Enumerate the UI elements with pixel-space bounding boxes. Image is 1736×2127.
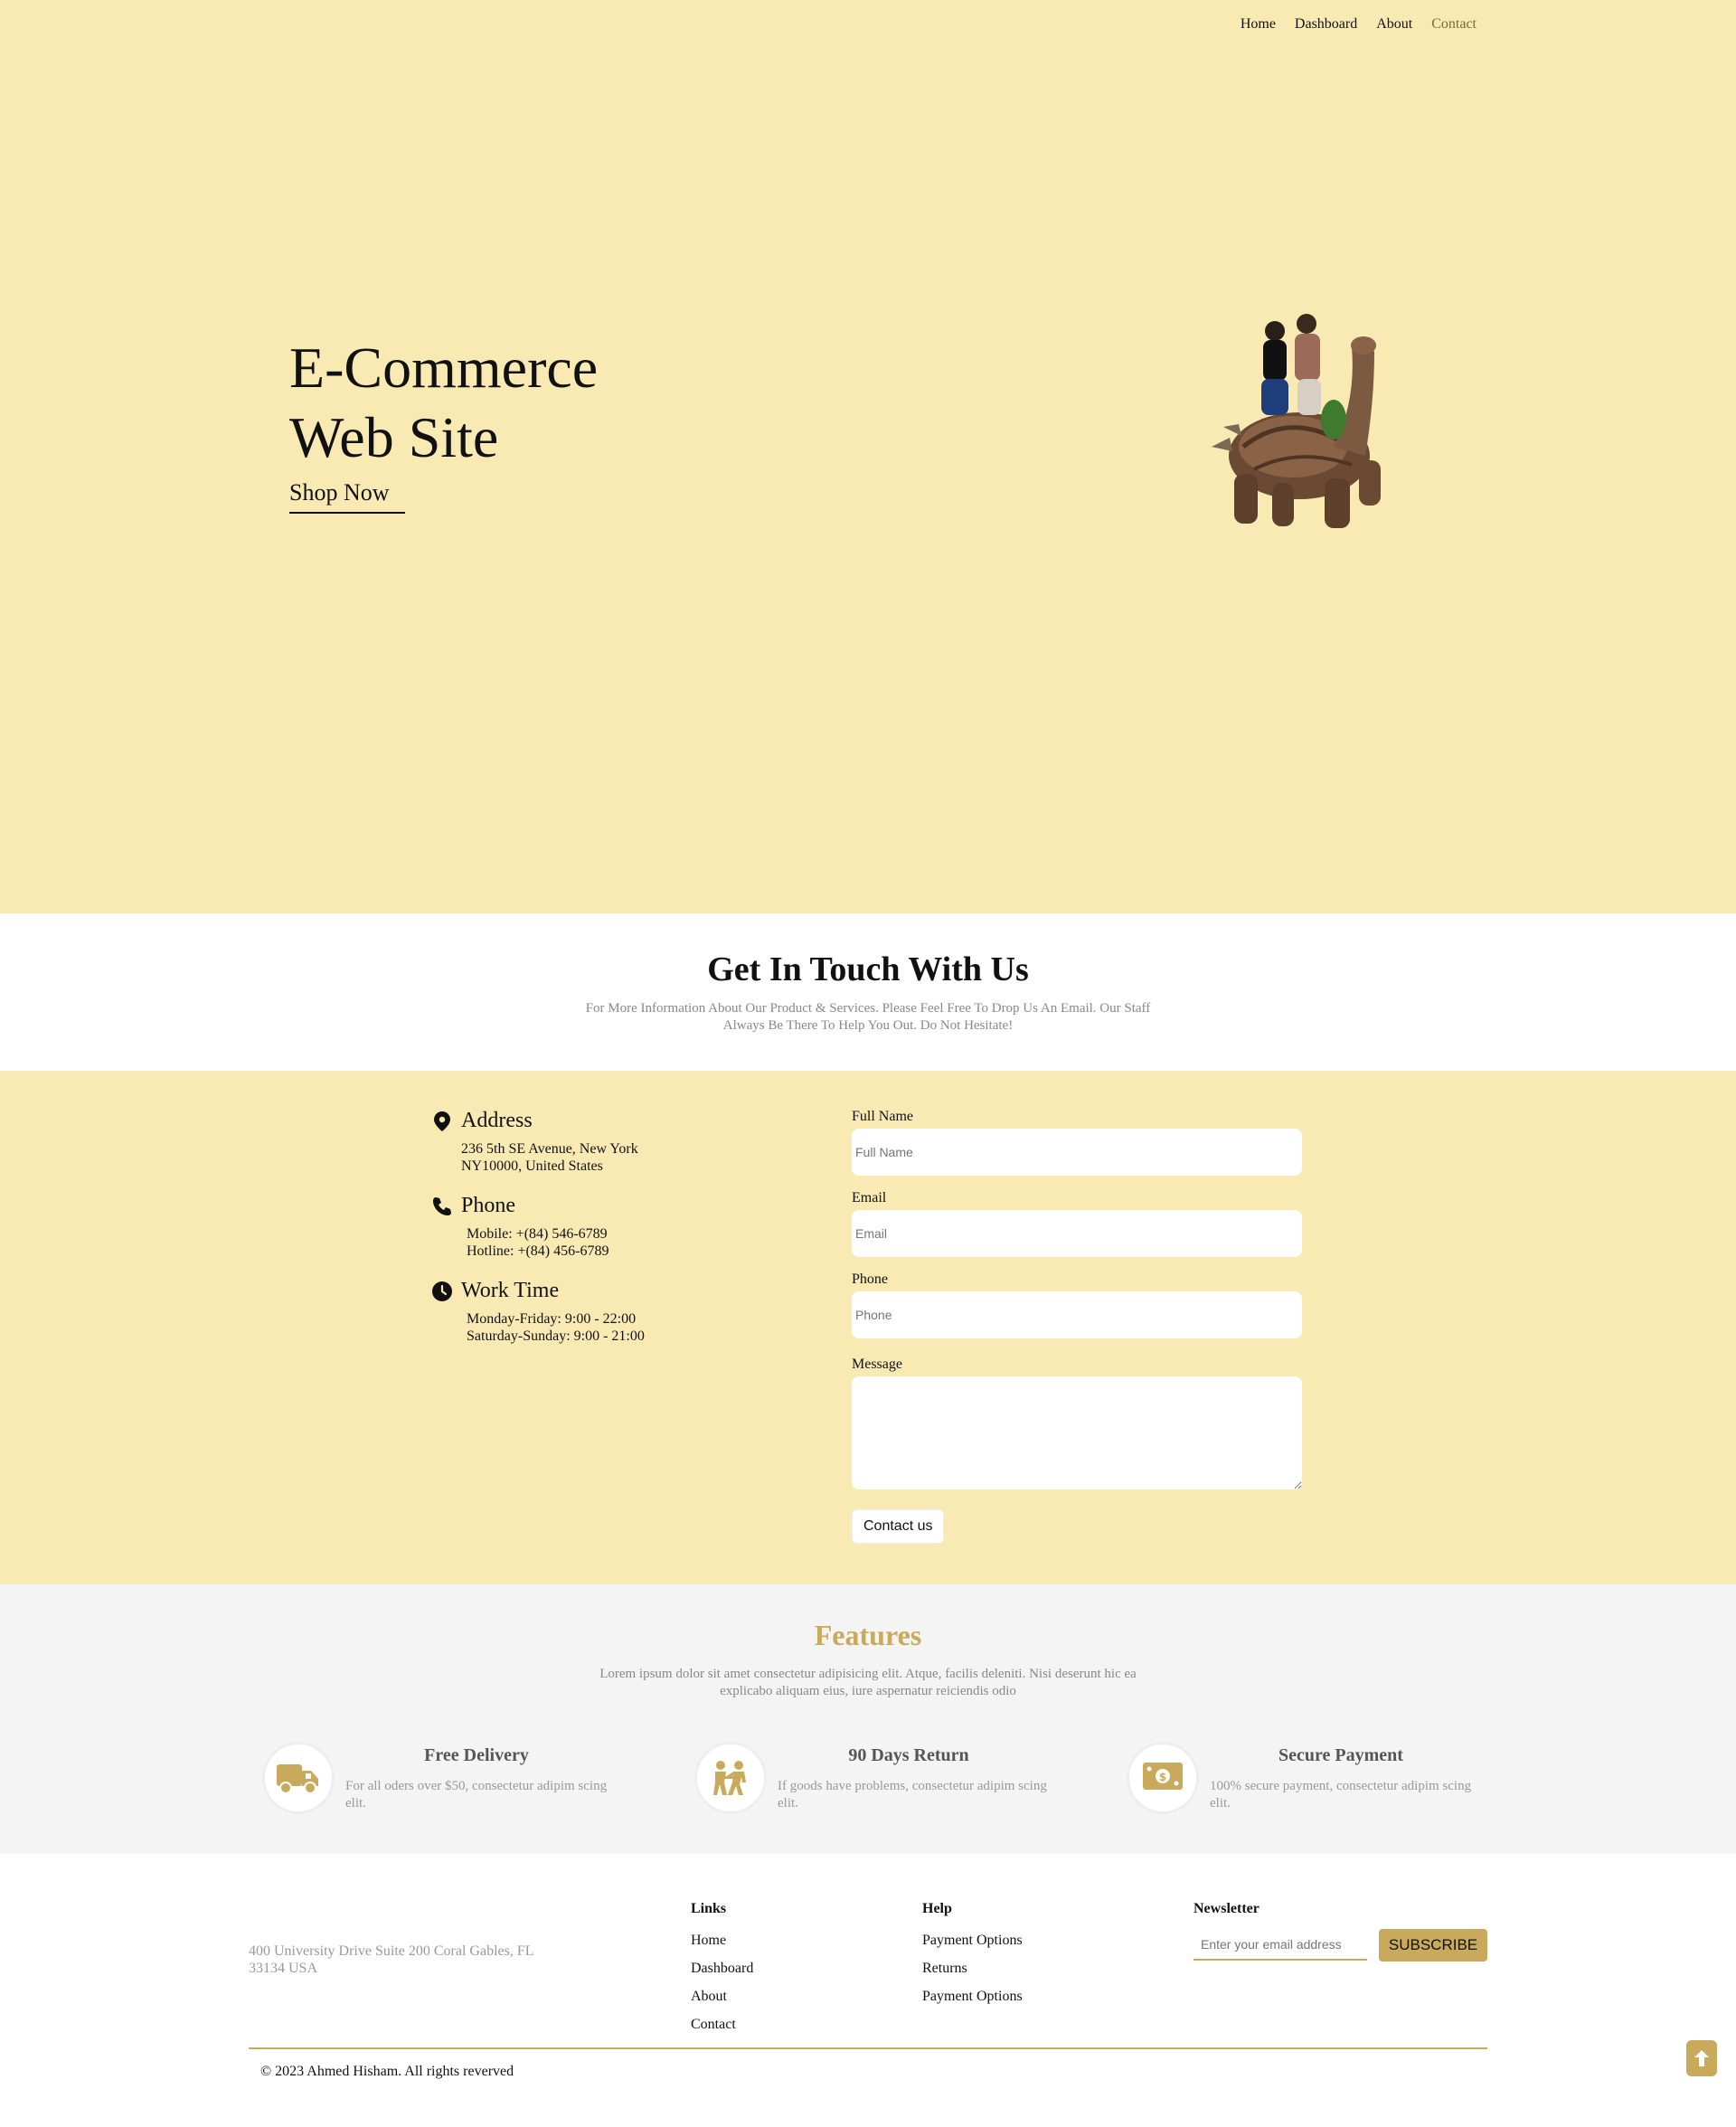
nav-about[interactable]: About	[1376, 16, 1412, 33]
footer-help-returns[interactable]: Returns	[922, 1954, 1023, 1982]
scroll-to-top-button[interactable]	[1686, 2040, 1717, 2076]
email-input[interactable]	[852, 1210, 1302, 1257]
work-time-block: Work Time Monday-Friday: 9:00 - 22:00 Sa…	[432, 1279, 645, 1345]
phone-block: Phone Mobile: +(84) 546-6789 Hotline: +(…	[432, 1194, 609, 1260]
footer-help-column: Help Payment Options Returns Payment Opt…	[922, 1901, 1023, 2010]
phone-input-label: Phone	[852, 1271, 888, 1287]
nav-contact[interactable]: Contact	[1431, 16, 1477, 33]
footer-link-about[interactable]: About	[691, 1982, 753, 2010]
hero-product-image	[1212, 314, 1381, 528]
work-time-weekend: Saturday-Sunday: 9:00 - 21:00	[467, 1328, 645, 1344]
contact-form: Full Name Email Phone Message Contact us	[852, 1109, 1302, 1544]
svg-text:$: $	[1159, 1771, 1166, 1783]
hero-title-line1: E-Commerce	[289, 336, 599, 400]
phone-mobile: Mobile: +(84) 546-6789	[467, 1226, 608, 1242]
phone-input[interactable]	[852, 1291, 1302, 1338]
feature-free-delivery: Free Delivery For all oders over $50, co…	[262, 1742, 642, 1823]
clock-icon	[432, 1281, 452, 1301]
footer-newsletter-column: Newsletter	[1194, 1901, 1260, 1926]
features-title: Features	[814, 1619, 922, 1651]
footer-link-contact[interactable]: Contact	[691, 2010, 753, 2038]
phone-icon	[432, 1196, 452, 1216]
footer-links-column: Links Home Dashboard About Contact	[691, 1901, 753, 2038]
footer-link-home[interactable]: Home	[691, 1926, 753, 1954]
work-time-label: Work Time	[461, 1279, 560, 1302]
features-subtitle: Lorem ipsum dolor sit amet consectetur a…	[599, 1667, 1137, 1698]
address-line-1: 236 5th SE Avenue, New York	[461, 1141, 638, 1157]
feature-desc: If goods have problems, consectetur adip…	[778, 1779, 1047, 1810]
contact-section: Address 236 5th SE Avenue, New York NY10…	[0, 1071, 1736, 1584]
full-name-input[interactable]	[852, 1129, 1302, 1176]
address-line-2: NY10000, United States	[461, 1158, 603, 1174]
feature-desc: For all oders over $50, consectetur adip…	[345, 1779, 608, 1810]
phone-label: Phone	[461, 1194, 515, 1217]
feature-secure-payment: $ Secure Payment 100% secure payment, co…	[1127, 1742, 1506, 1823]
hero-section: Home Dashboard About Contact E-Commerce …	[0, 0, 1736, 913]
hero-title-line2: Web Site	[289, 405, 499, 469]
get-in-touch-section: Get In Touch With Us For More Informatio…	[0, 913, 1736, 1071]
get-in-touch-subtitle: For More Information About Our Product &…	[585, 1001, 1151, 1033]
nav-home[interactable]: Home	[1241, 16, 1276, 33]
get-in-touch-title: Get In Touch With Us	[707, 950, 1029, 988]
message-textarea[interactable]	[852, 1376, 1302, 1489]
arrow-up-icon	[1694, 2050, 1709, 2066]
truck-icon	[262, 1742, 335, 1814]
site-footer: 400 University Drive Suite 200 Coral Gab…	[0, 1854, 1736, 2127]
footer-links-title: Links	[691, 1901, 727, 1916]
feature-desc: 100% secure payment, consectetur adipim …	[1210, 1779, 1472, 1810]
hero-title: E-Commerce Web Site	[289, 333, 741, 472]
phone-hotline: Hotline: +(84) 456-6789	[467, 1243, 609, 1259]
copyright-text: © 2023 Ahmed Hisham. All rights reverved	[260, 2064, 514, 2079]
feature-title: 90 Days Return	[848, 1745, 969, 1765]
full-name-label: Full Name	[852, 1109, 913, 1124]
return-people-icon	[694, 1742, 767, 1814]
footer-help-payment-options[interactable]: Payment Options	[922, 1926, 1023, 1954]
newsletter-email-input[interactable]	[1194, 1930, 1367, 1961]
message-label: Message	[852, 1357, 902, 1372]
footer-divider	[249, 2047, 1487, 2049]
feature-title: Free Delivery	[424, 1745, 529, 1765]
footer-help-payment-options-2[interactable]: Payment Options	[922, 1982, 1023, 2010]
map-pin-icon	[432, 1111, 452, 1131]
address-block: Address 236 5th SE Avenue, New York NY10…	[432, 1109, 638, 1175]
feature-90-days-return: 90 Days Return If goods have problems, c…	[694, 1742, 1074, 1823]
work-time-weekday: Monday-Friday: 9:00 - 22:00	[467, 1311, 637, 1327]
address-label: Address	[461, 1109, 533, 1132]
newsletter-title: Newsletter	[1194, 1901, 1260, 1916]
email-label: Email	[852, 1190, 887, 1205]
subscribe-button[interactable]: SUBSCRIBE	[1379, 1929, 1487, 1962]
money-icon: $	[1127, 1742, 1199, 1814]
feature-title: Secure Payment	[1278, 1745, 1403, 1765]
footer-address: 400 University Drive Suite 200 Coral Gab…	[249, 1943, 533, 1976]
footer-help-title: Help	[922, 1901, 952, 1916]
features-section: Features Lorem ipsum dolor sit amet cons…	[0, 1584, 1736, 1854]
contact-us-button[interactable]: Contact us	[852, 1509, 945, 1544]
footer-link-dashboard[interactable]: Dashboard	[691, 1954, 753, 1982]
shop-now-link[interactable]: Shop Now	[289, 479, 405, 514]
main-nav: Home Dashboard About Contact	[1241, 16, 1477, 33]
nav-dashboard[interactable]: Dashboard	[1295, 16, 1357, 33]
